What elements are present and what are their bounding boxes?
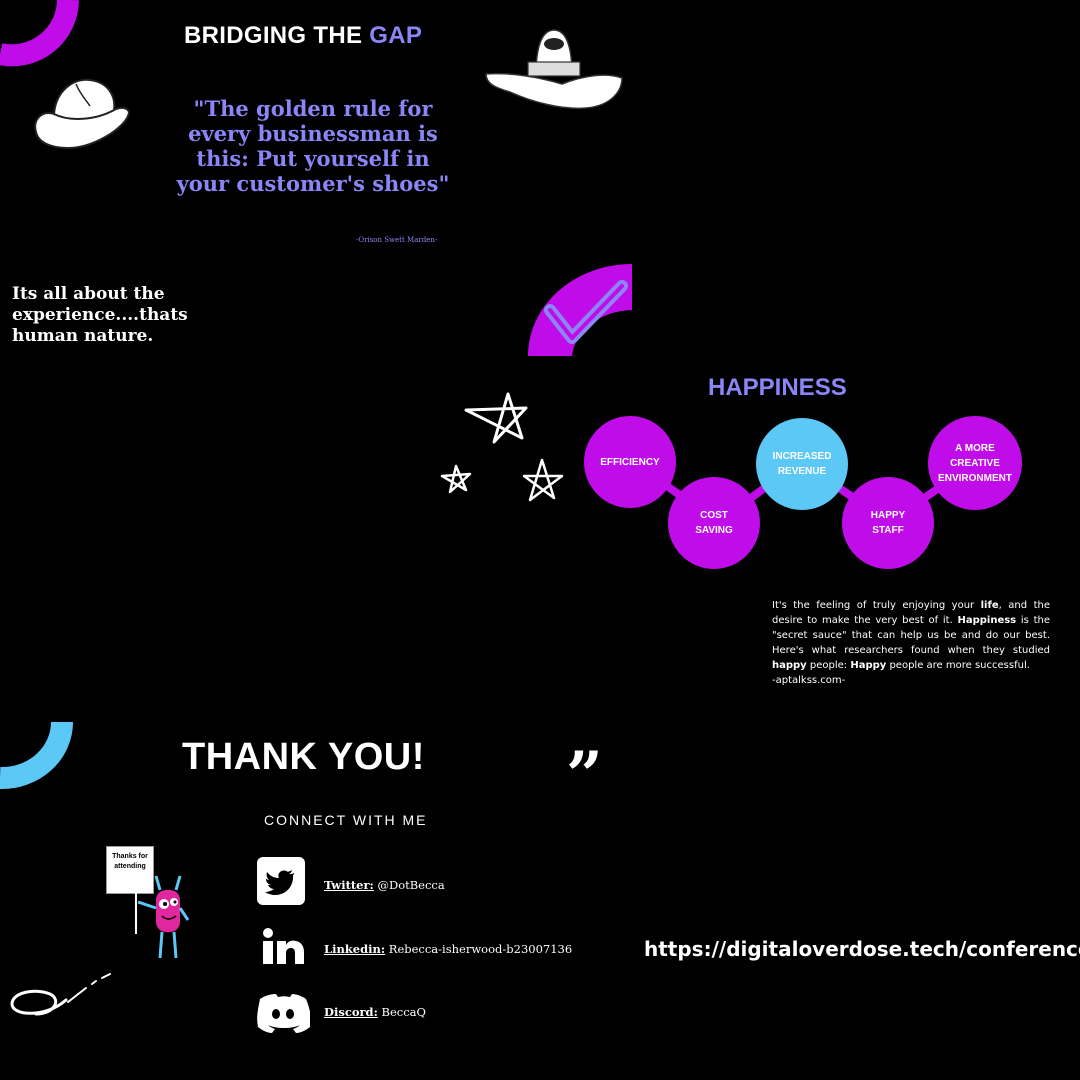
scribble-decoration — [10, 973, 111, 1016]
purple-arc-decoration — [0, 0, 79, 67]
linkedin-row[interactable] — [256, 920, 306, 970]
circle-cost-saving: COST SAVING — [668, 477, 760, 569]
discord-row[interactable] — [256, 986, 310, 1036]
twitter-row[interactable] — [256, 856, 306, 906]
hand-hacker-icon — [485, 29, 623, 110]
circle-creative-environment: A MORE CREATIVE ENVIRONMENT — [928, 416, 1022, 510]
page-title: BRIDGING THE GAP — [184, 22, 422, 50]
twitter-link[interactable]: Twitter: @DotBecca — [324, 878, 445, 892]
linkedin-icon — [263, 928, 304, 964]
twitter-icon — [257, 857, 305, 905]
title-accent: GAP — [369, 22, 423, 49]
checkmark-icon — [528, 264, 632, 356]
quote-marks-icon: ” — [566, 738, 603, 813]
quote-text: "The golden rule for every businessman i… — [176, 96, 450, 196]
experience-text: Its all about the experience....thats hu… — [12, 284, 188, 346]
monster-mascot-icon — [135, 875, 190, 959]
happiness-title: HAPPINESS — [708, 374, 847, 401]
circle-efficiency: EFFICIENCY — [584, 416, 676, 508]
title-text: BRIDGING THE — [184, 22, 370, 49]
circle-happy-staff: HAPPY STAFF — [842, 477, 934, 569]
hat-icon — [34, 78, 130, 150]
blue-arc-decoration — [0, 722, 73, 790]
linkedin-link[interactable]: Linkedin: Rebecca-isherwood-b23007136 — [324, 942, 572, 956]
happiness-source: -aptalkss.com- — [772, 675, 846, 686]
discord-link[interactable]: Discord: BeccaQ — [324, 1005, 426, 1019]
thank-you-heading: THANK YOU! — [182, 736, 425, 778]
stars-decoration — [440, 392, 564, 502]
discord-icon — [257, 994, 310, 1033]
connect-heading: CONNECT WITH ME — [264, 812, 428, 828]
circle-increased-revenue: INCREASED REVENUE — [756, 418, 848, 510]
quote-author: -Orison Swett Marden- — [356, 236, 438, 244]
happiness-description: It's the feeling of truly enjoying your … — [772, 600, 1050, 686]
conference-url[interactable]: https://digitaloverdose.tech/conference — [644, 937, 1080, 961]
